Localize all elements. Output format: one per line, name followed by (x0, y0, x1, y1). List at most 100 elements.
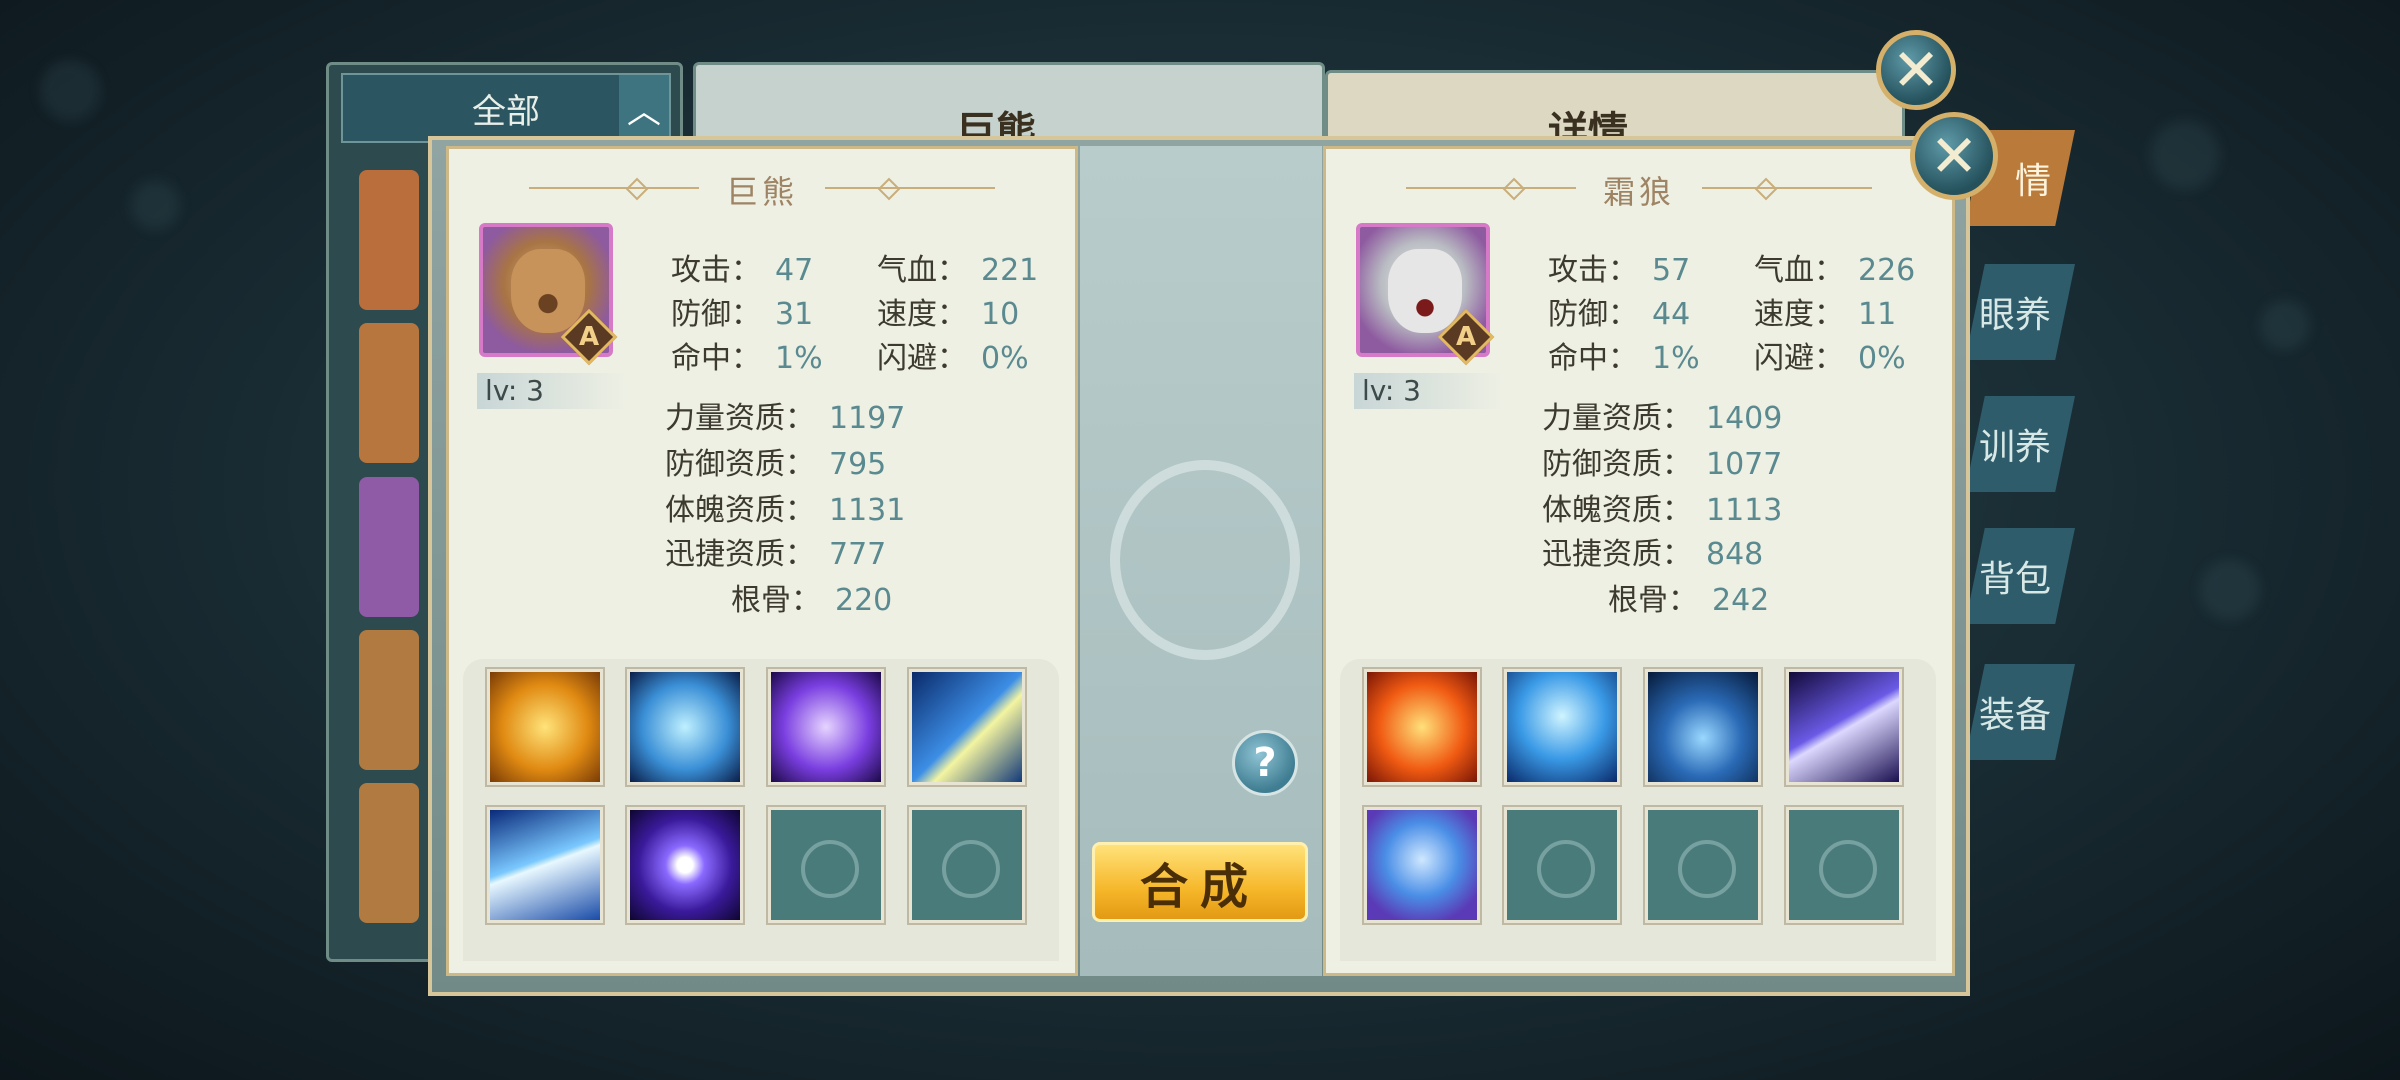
tab-raise[interactable]: 眼养 (1965, 264, 2075, 360)
stat-defense-aptitude: 防御资质： 795 (665, 439, 886, 483)
claw-slash-skill-icon[interactable] (1786, 669, 1902, 785)
purple-orb-skill-icon[interactable] (627, 807, 743, 923)
stat-label: 速度： (877, 297, 967, 332)
chevron-up-icon[interactable]: ︿ (619, 75, 669, 141)
stat-label: 根骨： (1608, 583, 1698, 618)
stat-value: 1% (1652, 341, 1700, 376)
blue-shield-skill-icon[interactable] (1364, 807, 1480, 923)
bokeh-light (2200, 560, 2260, 620)
bokeh-light (2150, 120, 2220, 190)
close-icon[interactable]: ✕ (1910, 112, 1998, 200)
stat-value: 1113 (1706, 493, 1783, 528)
stat-hp: 气血： 226 (1754, 245, 1915, 289)
stat-label: 迅捷资质： (665, 537, 815, 572)
empty-skill-slot[interactable] (909, 807, 1025, 923)
stat-value: 220 (835, 583, 893, 618)
pet-list-item[interactable] (359, 783, 419, 923)
tab-bag[interactable]: 背包 (1965, 528, 2075, 624)
stat-label: 防御： (1548, 297, 1638, 332)
bear-portrait[interactable]: A (479, 223, 618, 366)
stat-dodge: 闪避： 0% (1754, 333, 1906, 377)
stat-defense: 防御： 44 (1548, 289, 1690, 333)
stat-root: 根骨： 220 (731, 575, 892, 619)
stat-value: 0% (981, 341, 1029, 376)
lightning-shield-skill-icon[interactable] (909, 669, 1025, 785)
stat-label: 气血： (877, 253, 967, 288)
stat-label: 根骨： (731, 583, 821, 618)
stat-label: 力量资质： (1542, 401, 1692, 436)
stat-value: 221 (981, 253, 1039, 288)
right-pet-card: 霜狼 A lv: 3 攻击： 57 气血： 226 防御： 44 速度： 11 命中： 1… (1323, 146, 1955, 976)
stat-value: 31 (775, 297, 814, 332)
stat-label: 速度： (1754, 297, 1844, 332)
tab-equip[interactable]: 装备 (1965, 664, 2075, 760)
stat-label: 闪避： (877, 341, 967, 376)
stat-hp: 气血： 221 (877, 245, 1038, 289)
empty-skill-slot[interactable] (1786, 807, 1902, 923)
stat-value: 11 (1858, 297, 1897, 332)
stat-agility-aptitude: 迅捷资质： 777 (665, 529, 886, 573)
stat-attack: 攻击： 47 (671, 245, 813, 289)
stat-value: 10 (981, 297, 1020, 332)
compose-button[interactable]: 合成 (1092, 842, 1308, 922)
skill-grid (1340, 659, 1936, 961)
ice-wall-skill-icon[interactable] (1504, 669, 1620, 785)
grade-letter: A (1455, 322, 1477, 352)
stat-value: 1% (775, 341, 823, 376)
stat-attack: 攻击： 57 (1548, 245, 1690, 289)
close-icon[interactable]: ✕ (1876, 30, 1956, 110)
bokeh-light (40, 60, 100, 120)
pet-list-item[interactable] (359, 630, 419, 770)
stat-constitution-aptitude: 体魄资质： 1131 (665, 485, 905, 529)
stat-hit: 命中： 1% (1548, 333, 1700, 377)
water-heart-skill-icon[interactable] (627, 669, 743, 785)
empty-skill-slot[interactable] (1504, 807, 1620, 923)
dragon-emblem-icon (1110, 460, 1300, 660)
stat-label: 攻击： (1548, 253, 1638, 288)
stat-label: 迅捷资质： (1542, 537, 1692, 572)
fire-beast-skill-icon[interactable] (1364, 669, 1480, 785)
pet-list-item[interactable] (359, 477, 419, 617)
help-button[interactable]: ? (1232, 730, 1298, 796)
stat-value: 777 (829, 537, 887, 572)
stat-label: 攻击： (671, 253, 761, 288)
pet-name: 巨熊 (725, 173, 798, 211)
bokeh-light (2260, 300, 2310, 350)
pet-level: lv: 3 (477, 373, 627, 409)
stat-value: 44 (1652, 297, 1691, 332)
pet-level: lv: 3 (1354, 373, 1504, 409)
pet-list-item[interactable] (359, 323, 419, 463)
stat-label: 命中： (671, 341, 761, 376)
ice-spikes-skill-icon[interactable] (1645, 669, 1761, 785)
lion-roar-skill-icon[interactable] (487, 669, 603, 785)
filter-dropdown[interactable]: 全部 ︿ (341, 73, 671, 143)
tab-label: 眼养 (1978, 295, 2051, 336)
stat-defense-aptitude: 防御资质： 1077 (1542, 439, 1782, 483)
bokeh-light (130, 180, 180, 230)
tab-label: 训养 (1978, 427, 2051, 468)
stat-hit: 命中： 1% (671, 333, 823, 377)
stat-strength-aptitude: 力量资质： 1409 (1542, 393, 1782, 437)
stat-label: 防御资质： (1542, 447, 1692, 482)
stat-value: 1197 (829, 401, 906, 436)
stat-label: 命中： (1548, 341, 1638, 376)
stat-constitution-aptitude: 体魄资质： 1113 (1542, 485, 1782, 529)
skill-grid (463, 659, 1059, 961)
tab-train[interactable]: 训养 (1965, 396, 2075, 492)
stat-agility-aptitude: 迅捷资质： 848 (1542, 529, 1763, 573)
purple-vortex-skill-icon[interactable] (768, 669, 884, 785)
pet-list-item[interactable] (359, 170, 419, 310)
empty-skill-slot[interactable] (768, 807, 884, 923)
stat-label: 防御资质： (665, 447, 815, 482)
stat-strength-aptitude: 力量资质： 1197 (665, 393, 905, 437)
wolf-portrait[interactable]: A (1356, 223, 1495, 366)
stat-value: 1131 (829, 493, 906, 528)
stat-dodge: 闪避： 0% (877, 333, 1029, 377)
empty-skill-slot[interactable] (1645, 807, 1761, 923)
stat-speed: 速度： 11 (1754, 289, 1896, 333)
stat-label: 体魄资质： (1542, 493, 1692, 528)
stat-label: 力量资质： (665, 401, 815, 436)
speed-streak-skill-icon[interactable] (487, 807, 603, 923)
tab-label: 背包 (1978, 559, 2051, 600)
stat-value: 0% (1858, 341, 1906, 376)
